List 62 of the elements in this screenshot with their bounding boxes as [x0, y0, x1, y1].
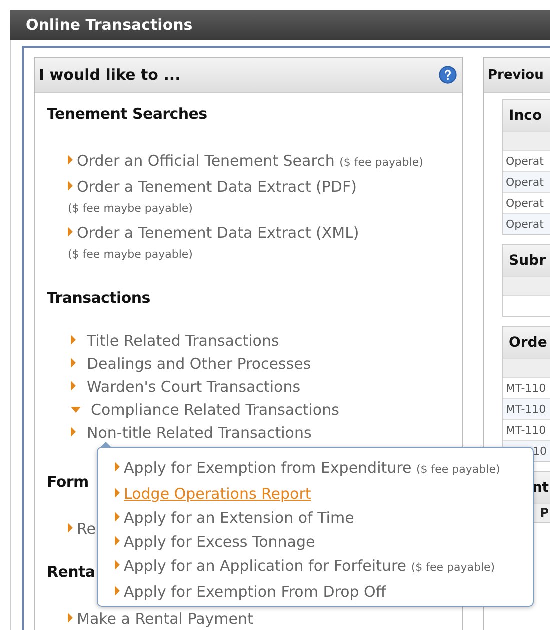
tree-item[interactable]: Compliance Related Transactions — [71, 400, 462, 420]
fee-note: ($ fee payable) — [411, 560, 496, 576]
tree-label[interactable]: Warden's Court Transactions — [87, 378, 301, 396]
tree-label[interactable]: Compliance Related Transactions — [91, 401, 340, 419]
caret-right-icon — [71, 381, 76, 391]
table-cell: Operat — [506, 218, 544, 230]
arrow-icon — [115, 560, 120, 570]
section-heading: Renta — [47, 563, 96, 583]
link[interactable]: Order a Tenement Data Extract (XML) — [77, 224, 360, 242]
table-title: Orde — [509, 334, 548, 350]
arrow-icon — [115, 488, 120, 498]
column-label: P — [540, 506, 549, 520]
table-cell: MT-110 — [506, 382, 546, 394]
fee-note: ($ fee maybe payable) — [68, 247, 193, 263]
page-title: Online Transactions — [26, 16, 193, 34]
arrow-icon — [115, 512, 120, 522]
caret-right-icon — [71, 358, 76, 368]
menu-link[interactable]: Apply for Exemption from Expenditure — [124, 459, 412, 477]
table-cell: MT-110 — [506, 424, 546, 436]
tree-label[interactable]: Dealings and Other Processes — [87, 355, 312, 373]
panel-title: Previou — [488, 68, 544, 82]
table-cell: Operat — [506, 176, 544, 188]
tree-label[interactable]: Non-title Related Transactions — [87, 424, 312, 442]
menu-link[interactable]: Apply for an Extension of Time — [124, 509, 354, 527]
tree-label[interactable]: Title Related Transactions — [87, 332, 280, 350]
tree-item[interactable]: Warden's Court Transactions — [71, 377, 462, 397]
menu-link[interactable]: Apply for an Application for Forfeiture — [124, 557, 407, 575]
tree-item[interactable]: Dealings and Other Processes — [71, 354, 462, 374]
arrow-icon — [68, 181, 73, 191]
section-heading: Transactions — [47, 289, 150, 309]
panel-title: I would like to ... — [39, 66, 181, 84]
fee-note: ($ fee payable) — [416, 462, 500, 478]
table-title: Inco — [509, 108, 542, 124]
menu-link[interactable]: Apply for Excess Tonnage — [124, 533, 316, 551]
arrow-icon — [68, 523, 73, 533]
table-title: Subr — [509, 252, 546, 268]
column-header — [503, 276, 550, 295]
table-cell: Operat — [506, 154, 544, 168]
help-icon[interactable] — [439, 66, 457, 84]
caret-right-icon — [71, 335, 76, 345]
table-cell: Operat — [506, 196, 544, 210]
caret-right-icon — [71, 427, 76, 437]
table-cell: 10 — [533, 444, 547, 458]
link[interactable]: Make a Rental Payment — [77, 610, 254, 628]
link[interactable]: Order a Tenement Data Extract (PDF) — [77, 178, 357, 196]
link[interactable]: Order an Official Tenement Search — [77, 152, 335, 170]
arrow-icon — [115, 586, 120, 596]
section-heading: Tenement Searches — [47, 105, 208, 125]
arrow-icon — [115, 536, 120, 546]
menu-link[interactable]: Apply for Exemption From Drop Off — [124, 583, 386, 601]
arrow-icon — [115, 462, 120, 472]
section-heading: Form — [47, 473, 89, 493]
fee-note: ($ fee payable) — [340, 155, 424, 171]
tree-item[interactable]: Non-title Related Transactions — [71, 423, 462, 443]
fee-note: ($ fee maybe payable) — [68, 201, 193, 217]
arrow-icon — [68, 613, 73, 623]
tree-item[interactable]: Title Related Transactions — [71, 331, 462, 351]
arrow-icon — [68, 155, 73, 165]
link[interactable]: Re — [77, 520, 96, 538]
table-cell: MT-110 — [506, 402, 546, 416]
arrow-icon — [68, 227, 73, 237]
caret-down-icon — [71, 407, 81, 413]
